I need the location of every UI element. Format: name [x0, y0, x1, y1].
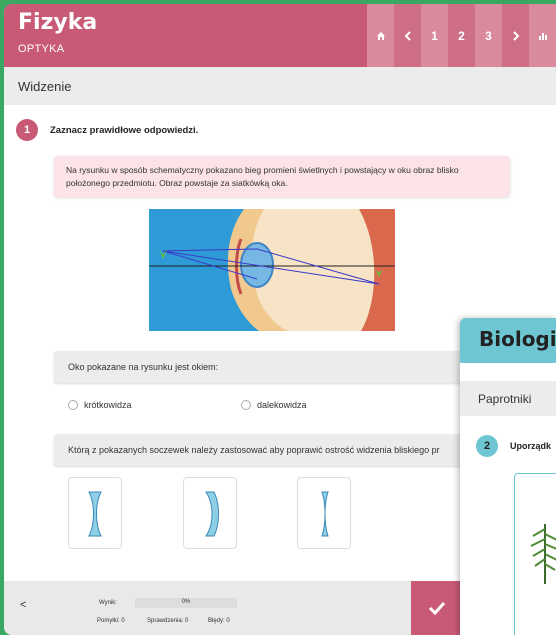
option-dalekowidza[interactable]: dalekowidza	[241, 400, 307, 410]
page-1-button[interactable]: 1	[421, 4, 448, 67]
biology-section-title: Paprotniki	[478, 392, 532, 406]
home-icon	[376, 31, 385, 40]
top-nav: 1 2 3	[367, 4, 556, 67]
page-2-button[interactable]: 2	[448, 4, 475, 67]
chart-icon	[538, 32, 547, 40]
checks-count: Sprawdzenia: 0	[147, 618, 189, 624]
question-number: 1	[16, 119, 38, 141]
meniscus-lens-icon	[205, 491, 219, 537]
prev-page-button[interactable]	[394, 4, 421, 67]
page-3-button[interactable]: 3	[475, 4, 502, 67]
option-krotkowidza[interactable]: krótkowidza	[68, 400, 132, 410]
lens-option-2[interactable]	[183, 477, 237, 549]
home-button[interactable]	[367, 4, 394, 67]
mistakes-count: Pomyłki: 0	[97, 618, 125, 624]
info-box: Na rysunku w sposób schematyczny pokazan…	[54, 156, 510, 197]
biology-window[interactable]: Biologia Paprotniki 2 Uporządk	[460, 318, 556, 635]
radio-icon[interactable]	[68, 400, 78, 410]
question-prompt: Zaznacz prawidłowe odpowiedzi.	[50, 125, 199, 136]
page-subtitle: OPTYKA	[18, 43, 65, 55]
option-label: krótkowidza	[84, 400, 132, 410]
chevron-left-icon	[404, 30, 411, 41]
subquestion-eye-type: Oko pokazane na rysunku jest okiem:	[54, 351, 514, 383]
subquestion-lens: Którą z pokazanych soczewek należy zasto…	[54, 434, 514, 466]
eye-diagram	[149, 209, 395, 331]
check-button[interactable]	[411, 581, 463, 635]
concave-meniscus-lens-icon	[321, 491, 329, 537]
stats-button[interactable]	[529, 4, 556, 67]
biology-section-bar: Paprotniki	[460, 381, 556, 416]
result-label: Wynik:	[99, 600, 117, 606]
biology-header: Biologia	[460, 318, 556, 363]
chevron-right-icon	[512, 30, 519, 41]
fern-icon	[530, 524, 556, 584]
result-progress: 0%	[135, 598, 237, 608]
next-page-button[interactable]	[502, 4, 529, 67]
biology-title: Biologia	[479, 327, 556, 351]
option-label: dalekowidza	[257, 400, 307, 410]
checkmark-icon	[428, 601, 446, 615]
section-title: Widzenie	[18, 79, 72, 94]
question-prompt: Uporządk	[510, 441, 552, 451]
page-title: Fizyka	[18, 10, 98, 35]
plant-image-card[interactable]	[514, 473, 556, 635]
lens-option-1[interactable]	[68, 477, 122, 549]
header: Fizyka OPTYKA 1 2 3	[4, 4, 556, 67]
lens-option-3[interactable]	[297, 477, 351, 549]
result-value: 0%	[181, 599, 191, 605]
concave-lens-icon	[88, 491, 102, 537]
section-bar: Widzenie	[4, 67, 556, 105]
radio-icon[interactable]	[241, 400, 251, 410]
prev-button[interactable]: <	[20, 599, 26, 611]
question-number: 2	[476, 435, 498, 457]
errors-count: Błędy: 0	[208, 618, 230, 624]
